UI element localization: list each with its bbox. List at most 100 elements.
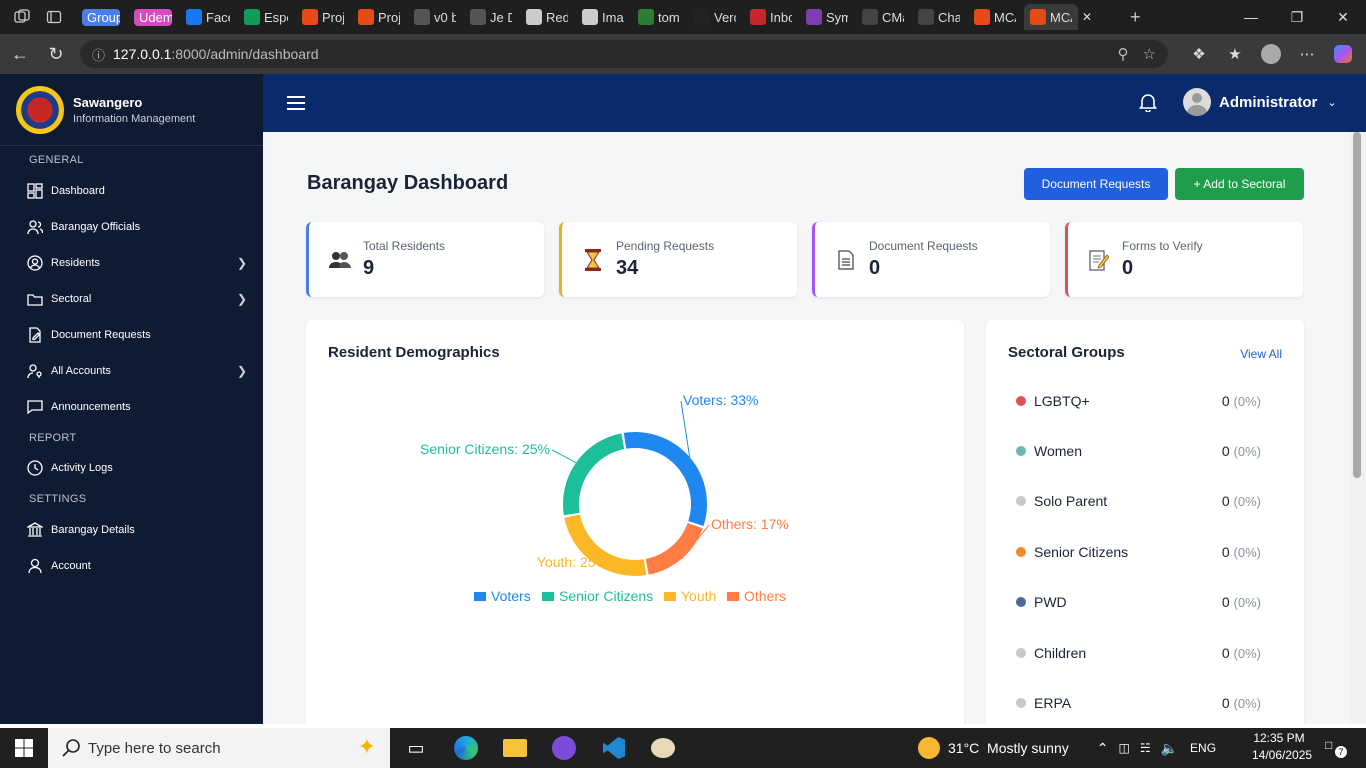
sectoral-group-row[interactable]: ERPA 0 (0%) [1016,691,1261,715]
browser-tab[interactable]: Face [180,4,236,30]
sidebar-item-announcements[interactable]: Announcements [0,389,263,425]
favorites-icon[interactable]: ★ [1220,39,1250,69]
donut-slice-others[interactable] [645,522,703,575]
browser-tab[interactable]: Proj [352,4,406,30]
browser-tab[interactable]: Group [76,4,126,30]
tab-actions-icon[interactable] [44,7,64,27]
menu-toggle-icon[interactable] [287,96,305,110]
browser-tab-bar: Group Udem Face Espe Proj Proj v0 b Je D Red Ima t… [0,0,1366,34]
volume-icon[interactable]: 🔈 [1161,740,1178,757]
reload-icon[interactable]: ↻ [38,38,74,70]
donut-slice-senior-citizens[interactable] [563,433,625,516]
sidebar-item-sectoral[interactable]: Sectoral ❯ [0,281,263,317]
workspaces-icon[interactable] [12,7,32,27]
sidebar-item-account[interactable]: Account [0,548,263,584]
legend-label[interactable]: Voters [491,588,531,604]
stat-card-document-requests[interactable]: Document Requests 0 [812,222,1050,297]
more-icon[interactable]: ⋯ [1292,39,1322,69]
new-tab-icon[interactable]: + [1130,7,1150,28]
browser-tab[interactable]: Verc [688,4,742,30]
document-requests-button[interactable]: Document Requests [1024,168,1168,200]
user-circle-icon [26,254,44,272]
tab-favicon-icon [244,9,260,25]
language-indicator[interactable]: ENG [1190,741,1216,755]
browser-tab[interactable]: Cha [912,4,966,30]
browser-tab[interactable]: tom [632,4,686,30]
add-to-sectoral-button[interactable]: + Add to Sectoral [1175,168,1304,200]
address-bar[interactable]: ⓘ 127.0.0.1:8000/admin/dashboard ⚲ ☆ [80,40,1168,68]
user-menu[interactable]: Administrator ⌄ [1183,88,1337,116]
stat-card-pending-requests[interactable]: Pending Requests 34 [559,222,797,297]
legend-label[interactable]: Others [744,588,786,604]
sidebar-item-barangay-details[interactable]: Barangay Details [0,512,263,548]
browser-tab[interactable]: Je D [464,4,518,30]
sidebar-item-activity-logs[interactable]: Activity Logs [0,450,263,486]
browser-tab[interactable]: MCA [968,4,1022,30]
github-desktop-icon[interactable] [544,732,584,764]
zoom-icon[interactable]: ⚲ [1118,45,1129,63]
document-edit-icon [26,326,44,344]
browser-tab[interactable]: CMa [856,4,910,30]
browser-tab[interactable]: Inbc [744,4,798,30]
sidebar-item-label: Announcements [51,401,131,413]
browser-tab[interactable]: MCA [1024,4,1078,30]
back-icon[interactable]: ← [2,38,38,70]
weather-text[interactable]: 31°C Mostly sunny [948,740,1069,756]
task-view-icon[interactable]: ▭ [396,732,436,764]
browser-tab[interactable]: Red [520,4,574,30]
legend-swatch [727,592,739,601]
sidebar-item-dashboard[interactable]: Dashboard [0,173,263,209]
tab-favicon-icon [918,9,934,25]
file-explorer-icon[interactable] [495,732,535,764]
browser-tab[interactable]: Sym [800,4,854,30]
sidebar-item-residents[interactable]: Residents ❯ [0,245,263,281]
close-tab-icon[interactable]: ✕ [1082,4,1092,30]
browser-tab[interactable]: Espe [238,4,294,30]
donut-data-label: Others: 17% [711,516,789,532]
paint-icon[interactable] [643,732,683,764]
site-info-icon[interactable]: ⓘ [92,45,105,64]
sectoral-title: Sectoral Groups [1008,344,1125,361]
clock[interactable]: 12:35 PM 14/06/2025 [1252,731,1312,762]
profile-icon[interactable] [1256,39,1286,69]
donut-slice-voters[interactable] [623,432,707,527]
group-percent: (0%) [1233,444,1261,459]
sidebar-item-document-requests[interactable]: Document Requests [0,317,263,353]
sectoral-group-row[interactable]: LGBTQ+ 0 (0%) [1016,389,1261,413]
sectoral-group-row[interactable]: Senior Citizens 0 (0%) [1016,540,1261,564]
legend-label[interactable]: Senior Citizens [559,588,653,604]
barangay-seal-logo [16,85,64,134]
copilot-icon[interactable] [1328,39,1358,69]
chevron-up-icon[interactable]: ⌃ [1097,740,1109,757]
sidebar-item-all-accounts[interactable]: All Accounts ❯ [0,353,263,389]
sidebar-item-officials[interactable]: Barangay Officials [0,209,263,245]
restore-icon[interactable]: ❐ [1274,0,1320,34]
legend-label[interactable]: Youth [681,588,716,604]
view-all-link[interactable]: View All [1240,347,1282,361]
sectoral-group-row[interactable]: Children 0 (0%) [1016,641,1261,665]
browser-tab[interactable]: Udem [128,4,178,30]
close-window-icon[interactable]: ✕ [1320,0,1366,34]
chevron-right-icon: ❯ [236,256,247,270]
stat-card-forms-to-verify[interactable]: Forms to Verify 0 [1065,222,1303,297]
stat-card-total-residents[interactable]: Total Residents 9 [306,222,544,297]
sectoral-group-row[interactable]: PWD 0 (0%) [1016,590,1261,614]
vscode-icon[interactable] [594,732,634,764]
sectoral-group-row[interactable]: Women 0 (0%) [1016,439,1261,463]
group-name: ERPA [1034,695,1072,711]
windows-start-icon[interactable] [0,728,48,768]
sectoral-group-row[interactable]: Solo Parent 0 (0%) [1016,489,1261,513]
wifi-icon[interactable]: ☵ [1140,741,1151,755]
notification-bell-icon[interactable] [1138,92,1159,113]
network-icon[interactable]: ◫ [1119,741,1130,755]
extensions-icon[interactable]: ❖ [1184,39,1214,69]
page-scrollbar[interactable] [1350,132,1366,724]
tab-title: Sym [826,9,848,25]
taskbar-search[interactable]: Type here to search ✦ [48,728,390,768]
minimize-icon[interactable]: — [1228,0,1274,34]
browser-tab[interactable]: Proj [296,4,350,30]
favorite-star-icon[interactable]: ☆ [1143,45,1156,63]
browser-tab[interactable]: v0 b [408,4,462,30]
edge-browser-icon[interactable] [446,732,486,764]
browser-tab[interactable]: Ima [576,4,630,30]
